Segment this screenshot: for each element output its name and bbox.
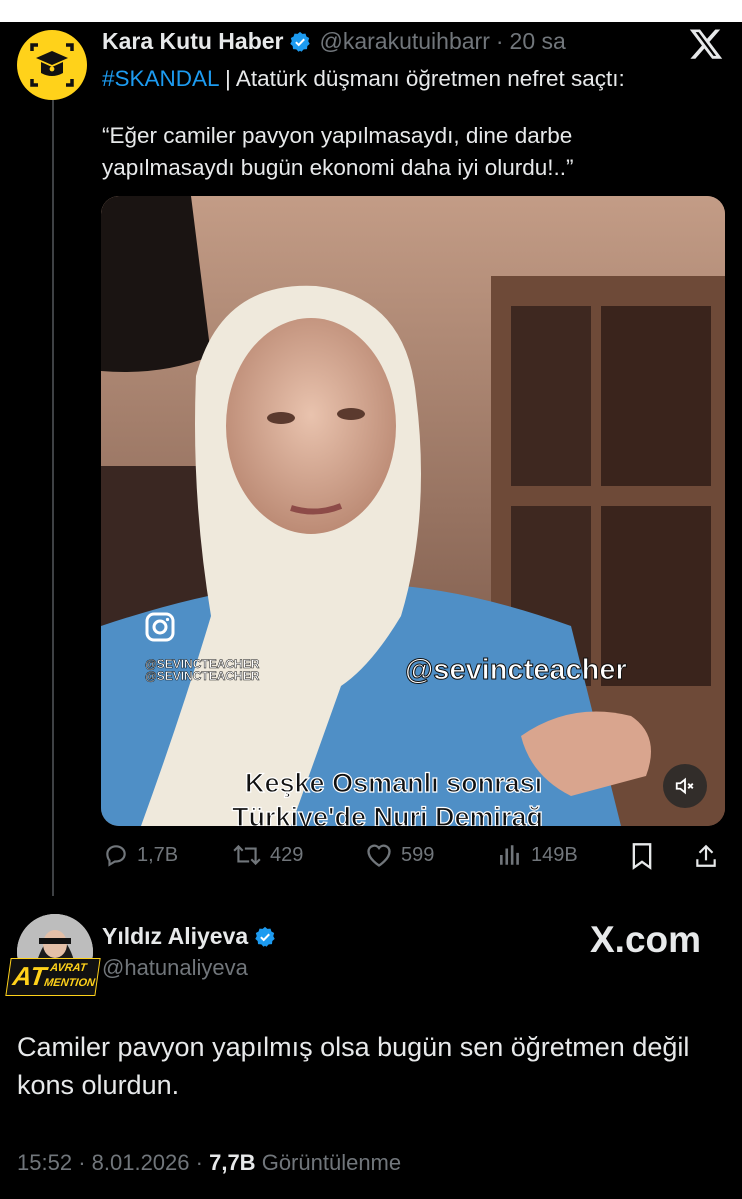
body-line-1: Camiler pavyon yapılmış olsa bugün sen ö… (17, 1032, 690, 1062)
author-name[interactable]: Yıldız Aliyeva (102, 923, 248, 950)
reply-button[interactable]: 1,7B (103, 842, 178, 868)
tweet-date[interactable]: 8.01.2026 (92, 1150, 190, 1175)
like-button[interactable]: 599 (365, 842, 434, 868)
watermark-small: @SEVINCTEACHER @SEVINCTEACHER (145, 658, 260, 683)
avatar-badge: AT AVRAT MENTION (5, 958, 101, 996)
video-frame (101, 196, 725, 826)
x-logo-icon (688, 26, 728, 66)
author-handle[interactable]: @hatunaliyeva (102, 955, 248, 981)
share-button[interactable] (693, 842, 719, 870)
separator: · (495, 28, 504, 54)
views-icon (500, 845, 519, 865)
like-count: 599 (401, 843, 435, 866)
repost-icon (233, 844, 261, 866)
tweet1-actions: 1,7B 429 599 149B (0, 842, 742, 874)
tweet1-headline: | Atatürk düşmanı öğretmen nefret saçtı: (218, 66, 625, 91)
caption-line-1: Keşke Osmanlı sonrası (244, 767, 543, 798)
verified-icon (289, 31, 311, 53)
x-com-brand: X.com (590, 919, 701, 961)
views-count: 7,7B (209, 1150, 256, 1175)
repost-count: 429 (270, 843, 304, 866)
avatar-kara-kutu-haber[interactable] (17, 30, 87, 100)
mute-icon (675, 777, 694, 795)
quote-line-1: “Eğer camiler pavyon yapılmasaydı, dine … (102, 123, 573, 148)
tweet1-text: #SKANDAL | Atatürk düşmanı öğretmen nefr… (102, 64, 722, 94)
tweet2-meta: 15:52 · 8.01.2026 · 7,7B Görüntülenme (17, 1150, 402, 1175)
reply-icon (106, 845, 126, 867)
tweet-time[interactable]: 15:52 (17, 1150, 72, 1175)
views-button[interactable]: 149B (497, 842, 578, 868)
thread-line (52, 98, 54, 896)
author-handle[interactable]: @karakutuihbarr (319, 28, 489, 55)
bookmark-button[interactable] (630, 842, 654, 870)
video-player[interactable]: @SEVINCTEACHER @SEVINCTEACHER @sevinctea… (101, 196, 725, 826)
share-icon (696, 844, 716, 867)
watermark-small-2: @SEVINCTEACHER (145, 669, 260, 683)
tweet-time[interactable]: 20 sa (510, 28, 566, 55)
repost-button[interactable]: 429 (232, 842, 303, 868)
black-box-logo-icon (30, 43, 74, 87)
hashtag-link[interactable]: #SKANDAL (102, 66, 219, 91)
status-bar (0, 0, 742, 22)
author-name[interactable]: Kara Kutu Haber (102, 28, 283, 55)
quote-line-2: yapılmasaydı bugün ekonomi daha iyi olur… (102, 155, 574, 180)
avatar-badge-2: MENTION (43, 977, 96, 989)
avatar-badge-1: AVRAT (49, 962, 88, 974)
watermark: @sevincteacher (405, 654, 628, 687)
brand-text: X.com (590, 919, 702, 960)
views-label: Görüntülenme (261, 1150, 402, 1175)
like-icon (367, 844, 391, 867)
mute-button[interactable] (663, 764, 707, 808)
body-line-2: kons olurdun. (17, 1070, 180, 1100)
tweet2-text: Camiler pavyon yapılmış olsa bugün sen ö… (17, 1028, 717, 1104)
bookmark-icon (632, 843, 652, 870)
views-count: 149B (531, 843, 578, 866)
tweet1-header: Kara Kutu Haber @karakutuihbarr · 20 sa (102, 28, 566, 55)
reply-count: 1,7B (137, 843, 179, 866)
tweet2-header: Yıldız Aliyeva (102, 923, 276, 950)
verified-icon (254, 926, 276, 948)
caption-line-2: Türkiye'de Nuri Demirağ (231, 801, 544, 826)
tweet1-quote: “Eğer camiler pavyon yapılmasaydı, dine … (102, 120, 722, 184)
